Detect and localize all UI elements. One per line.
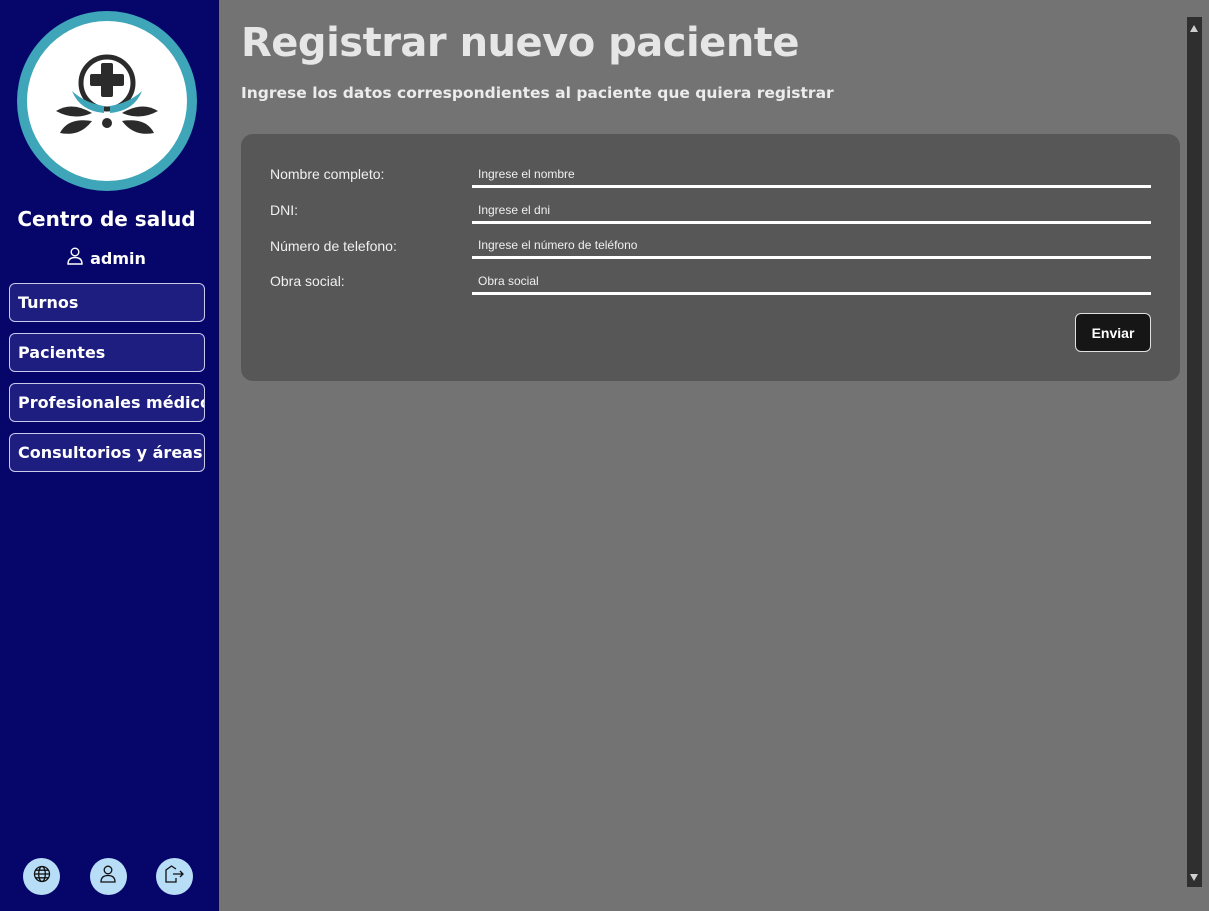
sidebar: Centro de salud admin Turnos Pacientes P… xyxy=(0,0,219,911)
sidebar-nav: Turnos Pacientes Profesionales médicos C… xyxy=(9,283,205,483)
logout-button[interactable] xyxy=(156,858,193,895)
brand-title: Centro de salud xyxy=(17,207,196,231)
submit-button[interactable]: Enviar xyxy=(1075,313,1151,352)
logo xyxy=(17,11,197,191)
medical-logo-icon xyxy=(27,21,187,181)
full-name-label: Nombre completo: xyxy=(270,166,385,182)
vertical-scrollbar[interactable] xyxy=(1187,17,1202,887)
sidebar-item-turnos[interactable]: Turnos xyxy=(9,283,205,322)
patient-form: Nombre completo: Ingrese el nombre DNI: … xyxy=(241,134,1180,381)
dni-label: DNI: xyxy=(270,202,298,218)
full-name-input[interactable]: Ingrese el nombre xyxy=(472,162,1151,188)
user-icon xyxy=(67,247,83,270)
scroll-down-icon[interactable] xyxy=(1190,874,1198,881)
language-button[interactable] xyxy=(23,858,60,895)
profile-button[interactable] xyxy=(89,858,127,895)
health-insurance-label: Obra social: xyxy=(270,273,345,289)
main-content: Registrar nuevo paciente Ingrese los dat… xyxy=(219,0,1185,911)
dni-input[interactable]: Ingrese el dni xyxy=(472,198,1151,224)
page-title: Registrar nuevo paciente xyxy=(241,20,800,66)
phone-label: Número de telefono: xyxy=(270,238,397,254)
health-insurance-input[interactable]: Obra social xyxy=(472,269,1151,295)
user-name: admin xyxy=(90,249,146,268)
phone-input[interactable]: Ingrese el número de teléfono xyxy=(472,233,1151,259)
page-subtitle: Ingrese los datos correspondientes al pa… xyxy=(241,84,834,102)
sidebar-footer xyxy=(23,858,193,895)
globe-icon xyxy=(33,865,51,888)
sidebar-item-profesionales[interactable]: Profesionales médicos xyxy=(9,383,205,422)
scroll-up-icon[interactable] xyxy=(1190,25,1198,32)
sidebar-item-pacientes[interactable]: Pacientes xyxy=(9,333,205,372)
current-user: admin xyxy=(0,247,213,270)
sidebar-item-consultorios[interactable]: Consultorios y áreas xyxy=(9,433,205,472)
logout-icon xyxy=(164,865,185,888)
user-icon xyxy=(100,865,116,888)
